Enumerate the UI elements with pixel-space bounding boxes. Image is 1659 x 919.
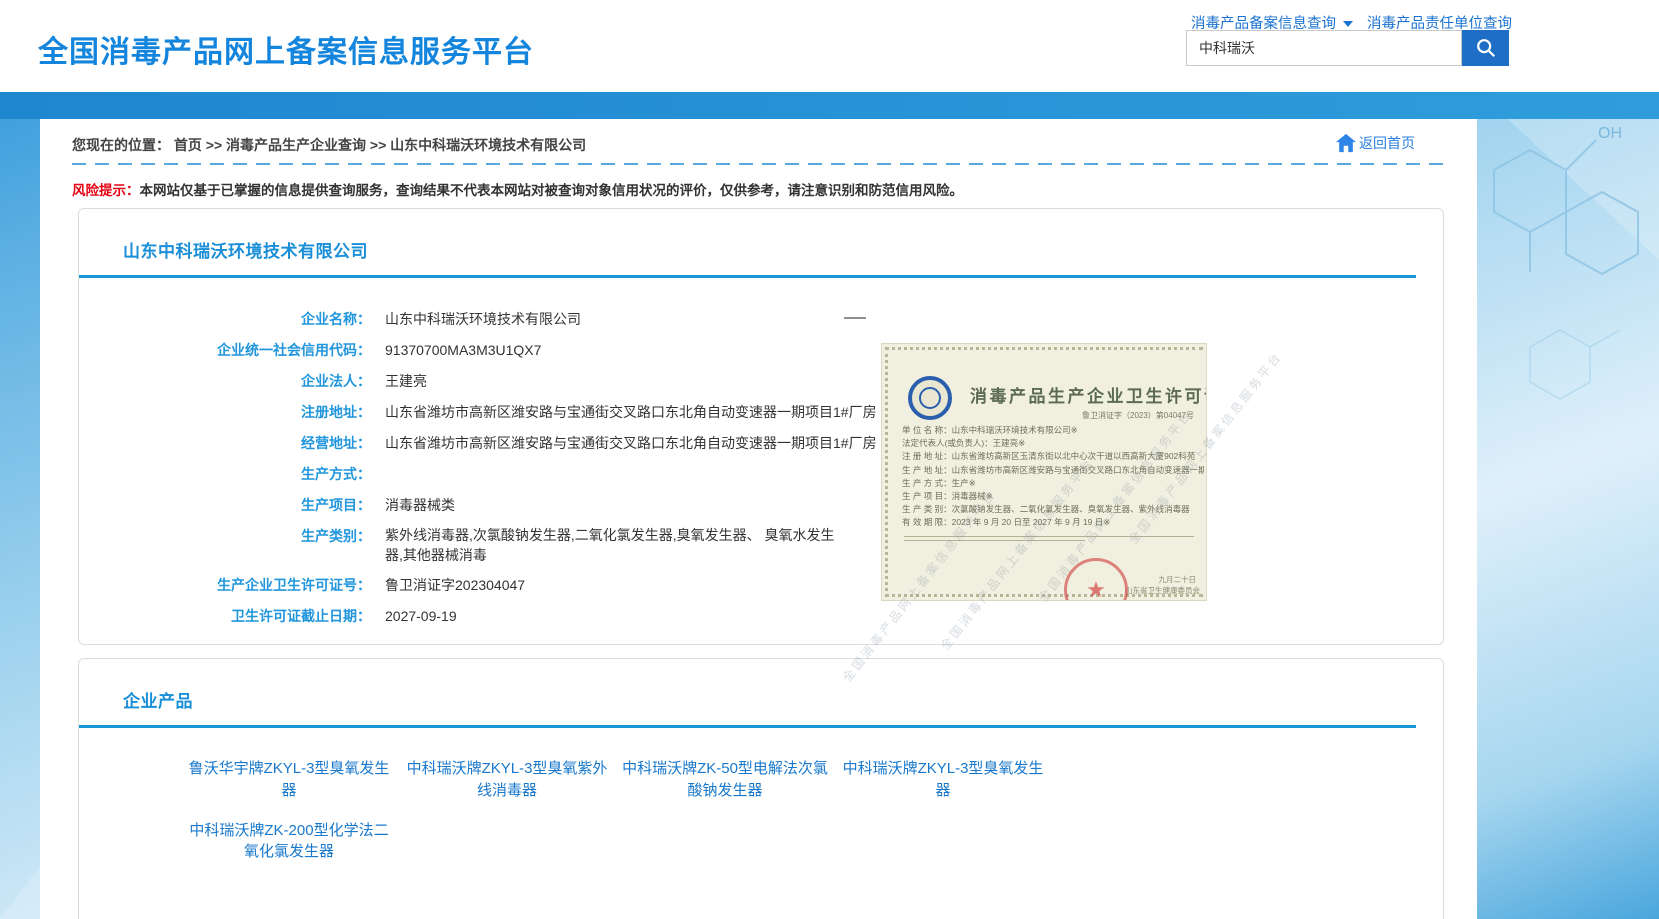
product-list: 鲁沃华宇牌ZKYL-3型臭氧发生器 中科瑞沃牌ZKYL-3型臭氧紫外线消毒器 中… — [183, 758, 1067, 863]
product-link[interactable]: 鲁沃华宇牌ZKYL-3型臭氧发生器 — [183, 758, 395, 802]
dashed-divider — [72, 163, 1445, 165]
breadcrumb-sep: >> — [206, 137, 222, 153]
breadcrumb-sep: >> — [370, 137, 386, 153]
products-card: 企业产品 鲁沃华宇牌ZKYL-3型臭氧发生器 中科瑞沃牌ZKYL-3型臭氧紫外线… — [78, 658, 1444, 919]
field-label: 生产方式： — [79, 463, 371, 485]
header-band — [0, 92, 1659, 119]
field-row: 企业名称： 山东中科瑞沃环境技术有限公司 — [79, 308, 1443, 330]
product-link[interactable]: 中科瑞沃牌ZKYL-3型臭氧紫外线消毒器 — [401, 758, 613, 802]
field-row: 生产项目： 消毒器械类 — [79, 494, 1443, 516]
field-value: 山东省潍坊市高新区潍安路与宝通街交叉路口东北角自动变速器一期项目1#厂房 — [385, 432, 877, 454]
certificate-title: 消毒产品生产企业卫生许可证 — [970, 382, 1207, 407]
field-label: 生产项目： — [79, 494, 371, 516]
title-underline — [79, 725, 1416, 728]
certificate-issue-date: 九月二十日 — [1159, 574, 1197, 585]
field-row: 经营地址： 山东省潍坊市高新区潍安路与宝通街交叉路口东北角自动变速器一期项目1#厂… — [79, 432, 1443, 454]
company-info-card: 山东中科瑞沃环境技术有限公司 企业名称： 山东中科瑞沃环境技术有限公司 企业统一社… — [78, 208, 1444, 645]
field-label: 生产企业卫生许可证号： — [79, 574, 371, 596]
risk-warning-label: 风险提示： — [72, 183, 140, 198]
search-icon — [1475, 37, 1497, 59]
certificate-issuer: 山东省卫生健康委员会 — [1125, 585, 1200, 596]
company-card-title: 山东中科瑞沃环境技术有限公司 — [79, 209, 1443, 262]
field-value: 紫外线消毒器,次氯酸钠发生器,二氧化氯发生器,臭氧发生器、 臭氧水发生器,其他器… — [385, 525, 841, 565]
field-row: 企业统一社会信用代码： 91370700MA3M3U1QX7 — [79, 339, 1443, 361]
search-input[interactable] — [1186, 30, 1462, 66]
breadcrumb-prefix: 您现在的位置： — [72, 137, 170, 153]
field-row: 卫生许可证截止日期： 2027-09-19 — [79, 605, 1443, 627]
page-header: 全国消毒产品网上备案信息服务平台 消毒产品备案信息查询消毒产品责任单位查询 — [0, 0, 1659, 92]
product-link[interactable]: 中科瑞沃牌ZK-50型电解法次氯酸钠发生器 — [619, 758, 831, 802]
field-label: 企业名称： — [79, 308, 371, 330]
svg-text:OH: OH — [1598, 125, 1622, 142]
main-content: 您现在的位置： 首页 >> 消毒产品生产企业查询 >> 山东中科瑞沃环境技术有限… — [40, 119, 1477, 919]
field-value: 鲁卫消证字202304047 — [385, 574, 525, 596]
breadcrumb: 您现在的位置： 首页 >> 消毒产品生产企业查询 >> 山东中科瑞沃环境技术有限… — [40, 119, 1477, 155]
breadcrumb-home[interactable]: 首页 — [174, 137, 202, 153]
search-button[interactable] — [1462, 30, 1509, 66]
search-bar — [1186, 30, 1509, 66]
back-home-link[interactable]: 返回首页 — [1335, 133, 1415, 153]
field-label: 企业法人： — [79, 370, 371, 392]
health-emblem-icon — [908, 376, 952, 420]
product-link[interactable]: 中科瑞沃牌ZK-200型化学法二氧化氯发生器 — [183, 820, 395, 864]
field-value: 91370700MA3M3U1QX7 — [385, 339, 541, 361]
field-label: 生产类别： — [79, 525, 371, 565]
product-link[interactable]: 中科瑞沃牌ZKYL-3型臭氧发生器 — [837, 758, 1049, 802]
field-label: 企业统一社会信用代码： — [79, 339, 371, 361]
field-value: 山东省潍坊市高新区潍安路与宝通街交叉路口东北角自动变速器一期项目1#厂房 — [385, 401, 877, 423]
field-value: 山东中科瑞沃环境技术有限公司 — [385, 308, 581, 330]
breadcrumb-enterprise-query[interactable]: 消毒产品生产企业查询 — [226, 137, 366, 153]
breadcrumb-current: 山东中科瑞沃环境技术有限公司 — [390, 137, 586, 153]
field-value: 王建亮 — [385, 370, 427, 392]
field-row: 生产企业卫生许可证号： 鲁卫消证字202304047 — [79, 574, 1443, 596]
field-value: 消毒器械类 — [385, 494, 455, 516]
field-label: 经营地址： — [79, 432, 371, 454]
home-icon — [1335, 133, 1357, 153]
field-label: 注册地址： — [79, 401, 371, 423]
field-label: 卫生许可证截止日期： — [79, 605, 371, 627]
risk-warning: 风险提示：本网站仅基于已掌握的信息提供查询服务，查询结果不代表本网站对被查询对象… — [72, 179, 1445, 196]
company-fields: 企业名称： 山东中科瑞沃环境技术有限公司 企业统一社会信用代码： 91370700M… — [79, 308, 1443, 627]
license-certificate-image: 全国消毒产品网上备案信息服务平台 全国消毒产品网上备案信息服务平台 全国消毒产品… — [845, 319, 1211, 611]
risk-warning-text: 本网站仅基于已掌握的信息提供查询服务，查询结果不代表本网站对被查询对象信用状况的… — [140, 183, 964, 198]
field-row: 生产方式： — [79, 463, 1443, 485]
caret-down-icon[interactable] — [1343, 21, 1353, 27]
products-card-title: 企业产品 — [79, 659, 1443, 712]
field-row: 生产类别： 紫外线消毒器,次氯酸钠发生器,二氧化氯发生器,臭氧发生器、 臭氧水发生… — [79, 525, 1443, 565]
site-title: 全国消毒产品网上备案信息服务平台 — [38, 27, 534, 71]
title-underline — [79, 275, 1416, 278]
field-value: 2027-09-19 — [385, 605, 457, 627]
